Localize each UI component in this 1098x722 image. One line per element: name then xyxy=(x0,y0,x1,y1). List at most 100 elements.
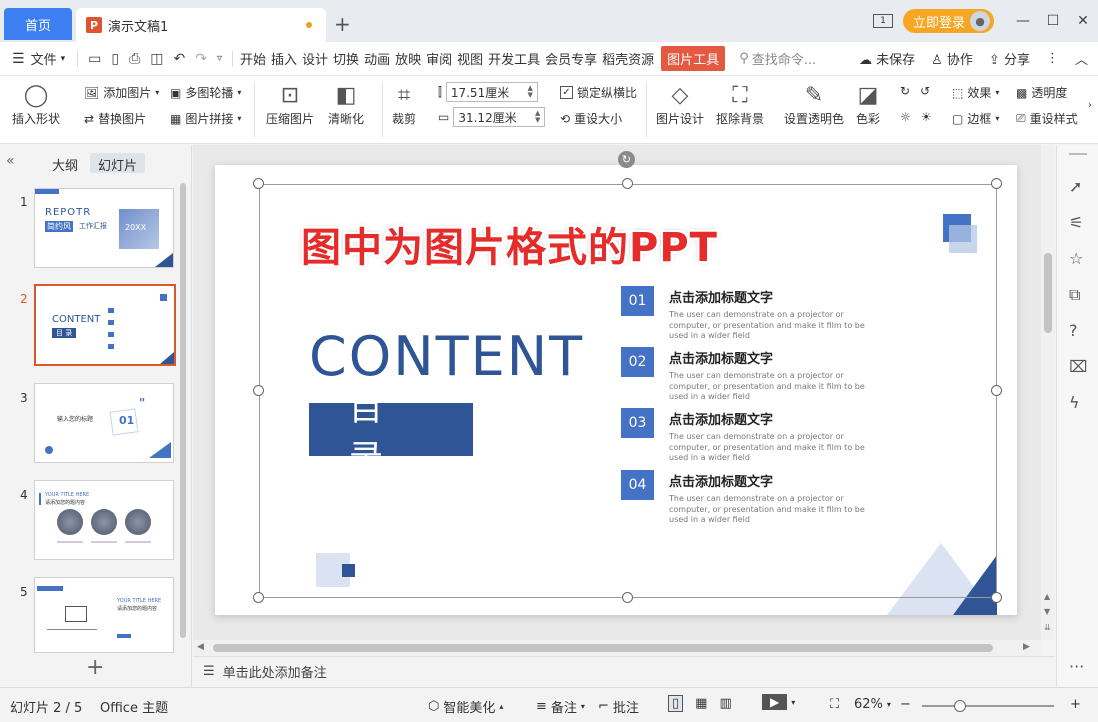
spinner-icon[interactable]: ▲ ▼ xyxy=(535,110,540,124)
resize-handle[interactable] xyxy=(253,385,264,396)
zoom-out-button[interactable]: − xyxy=(900,697,911,712)
panel-scrollbar[interactable] xyxy=(180,183,186,638)
insert-shape-button[interactable]: ◯ 插入形状 xyxy=(12,82,60,127)
ribbon-scroll-right-icon[interactable]: › xyxy=(1088,100,1092,111)
current-slide[interactable]: CONTENT 目录 01 点击添加标题文字 The user can demo… xyxy=(215,165,1017,615)
slide-thumbnail[interactable]: 输入您的标题 01 " xyxy=(34,383,174,463)
fit-window-button[interactable]: ⛶ xyxy=(830,697,839,712)
minimize-button[interactable]: — xyxy=(1008,13,1038,29)
multi-carousel-button[interactable]: ▣ 多图轮播 ▾ xyxy=(170,84,241,101)
menu-view[interactable]: 视图 xyxy=(456,49,484,68)
color-button[interactable]: ◪ 色彩 xyxy=(856,82,880,127)
rotate-right-icon[interactable]: ↻ xyxy=(900,84,910,98)
print-icon[interactable]: ⎙ xyxy=(129,51,140,67)
effect-button[interactable]: ⬚ 效果 ▾ xyxy=(952,84,999,101)
reset-style-button[interactable]: ⎚ 重设样式 xyxy=(1016,110,1078,127)
resize-handle[interactable] xyxy=(991,178,1002,189)
login-button[interactable]: 立即登录 ● xyxy=(902,9,994,33)
slide-thumbnail-active[interactable]: CONTENT 目 录 xyxy=(34,284,176,366)
slide-sorter-icon[interactable]: ▦ xyxy=(695,696,707,711)
lock-ratio-checkbox[interactable]: ✓ 锁定纵横比 xyxy=(560,84,637,101)
normal-view-icon[interactable]: ▯ xyxy=(668,695,684,712)
more-options-icon[interactable]: ··· xyxy=(1069,657,1084,676)
customize-icon[interactable]: ▿ xyxy=(217,53,222,64)
menu-review[interactable]: 审阅 xyxy=(425,49,453,68)
transparency-button[interactable]: ▩ 透明度 xyxy=(1016,84,1067,101)
zoom-slider[interactable] xyxy=(922,700,1054,712)
menu-slideshow[interactable]: 放映 xyxy=(394,49,422,68)
comments-button[interactable]: ⌐ 批注 xyxy=(598,697,639,716)
resize-handle[interactable] xyxy=(991,385,1002,396)
picture-splice-button[interactable]: ▦ 图片拼接 ▾ xyxy=(170,110,241,127)
collab-button[interactable]: ♙ 协作 xyxy=(931,49,973,68)
scroll-left-icon[interactable]: ◀ xyxy=(197,642,204,652)
transition-icon[interactable]: ⧉ xyxy=(1069,285,1080,305)
height-input[interactable]: 17.51厘米 ▲ ▼ xyxy=(445,82,538,102)
slide-thumbnail[interactable]: REPOTR 简约风 工作汇报 20XX xyxy=(34,188,174,268)
scroll-down-icon[interactable]: ▼ xyxy=(1044,607,1050,616)
zoom-value[interactable]: 62% ▾ xyxy=(854,697,891,712)
menu-insert[interactable]: 插入 xyxy=(270,49,298,68)
menu-animation[interactable]: 动画 xyxy=(363,49,391,68)
redo-icon[interactable]: ↷ xyxy=(195,51,207,67)
new-tab-button[interactable]: + xyxy=(334,12,351,36)
tab-home[interactable]: 首页 xyxy=(4,8,72,40)
play-button[interactable]: ▶ ▾ xyxy=(762,694,795,710)
notes-area[interactable]: ☰ 单击此处添加备注 xyxy=(193,656,1055,686)
spinner-icon[interactable]: ▲ ▼ xyxy=(527,85,532,99)
notes-toggle-button[interactable]: ≡ 备注 ▾ xyxy=(536,697,585,716)
tab-document[interactable]: P 演示文稿1 xyxy=(76,8,326,42)
unsaved-button[interactable]: ☁ 未保存 xyxy=(859,49,915,68)
window-count-icon[interactable]: 1 xyxy=(872,14,893,28)
drag-handle[interactable] xyxy=(1069,153,1087,155)
file-menu[interactable]: ☰ 文件 ▾ xyxy=(0,49,77,69)
resize-handle[interactable] xyxy=(253,178,264,189)
tab-slides[interactable]: 幻灯片 xyxy=(90,153,146,174)
rotate-handle-icon[interactable]: ↻ xyxy=(618,151,635,168)
resize-handle[interactable] xyxy=(622,592,633,603)
recognize-icon[interactable]: ⌧ xyxy=(1069,357,1087,376)
theme-name[interactable]: Office 主题 xyxy=(100,697,168,716)
menu-developer[interactable]: 开发工具 xyxy=(487,49,541,68)
resize-handle[interactable] xyxy=(991,592,1002,603)
star-icon[interactable]: ☆ xyxy=(1069,249,1083,268)
picture-design-button[interactable]: ◇ 图片设计 xyxy=(656,82,704,127)
crop-button[interactable]: ⌗ 裁剪 xyxy=(392,82,416,127)
zoom-in-button[interactable]: + xyxy=(1070,697,1081,712)
tab-picture-tool[interactable]: 图片工具 xyxy=(661,46,726,71)
rotate-left-icon[interactable]: ↺ xyxy=(920,84,930,98)
menu-member[interactable]: 会员专享 xyxy=(544,49,598,68)
menu-docer[interactable]: 稻壳资源 xyxy=(601,49,655,68)
maximize-button[interactable]: ☐ xyxy=(1038,13,1068,29)
scroll-up-icon[interactable]: ▲ xyxy=(1044,592,1050,601)
scroll-right-icon[interactable]: ▶ xyxy=(1023,642,1030,652)
lightning-icon[interactable]: ϟ xyxy=(1069,393,1080,412)
resize-handle[interactable] xyxy=(253,592,264,603)
collapse-ribbon-icon[interactable]: ︿ xyxy=(1075,49,1088,68)
slide-thumbnail[interactable]: YOUR TITLE HERE 请添加您的题内容 xyxy=(34,480,174,560)
help-icon[interactable]: ? xyxy=(1069,321,1078,340)
page-down-icon[interactable]: ⇊ xyxy=(1044,623,1051,632)
set-transparent-button[interactable]: ✎ 设置透明色 xyxy=(784,82,844,127)
compress-picture-button[interactable]: ⊡ 压缩图片 xyxy=(266,82,314,127)
tab-outline[interactable]: 大纲 xyxy=(44,153,86,174)
remove-background-button[interactable]: ⛶ 抠除背景 xyxy=(716,82,764,127)
vertical-scroll-thumb[interactable] xyxy=(1044,253,1052,333)
add-slide-button[interactable]: + xyxy=(86,655,104,680)
horizontal-scrollbar[interactable]: ◀ ▶ xyxy=(193,640,1041,656)
undo-icon[interactable]: ↶ xyxy=(174,51,186,67)
menu-start[interactable]: 开始 xyxy=(239,49,267,68)
settings-sliders-icon[interactable]: ⚟ xyxy=(1069,213,1083,232)
close-button[interactable]: ✕ xyxy=(1068,13,1098,29)
horizontal-scroll-thumb[interactable] xyxy=(213,644,993,652)
reading-view-icon[interactable]: ▥ xyxy=(719,696,731,711)
width-input[interactable]: 31.12厘米 ▲ ▼ xyxy=(453,107,546,127)
save-icon[interactable]: ▭ xyxy=(88,51,101,67)
brightness-down-icon[interactable]: ☀ xyxy=(921,110,932,124)
clarify-button[interactable]: ◧ 清晰化 xyxy=(328,82,364,127)
resize-handle[interactable] xyxy=(622,178,633,189)
brightness-up-icon[interactable]: ☼ xyxy=(900,110,911,124)
add-picture-button[interactable]: 🖼 添加图片 ▾ xyxy=(84,84,159,101)
collapse-panel-icon[interactable]: « xyxy=(6,153,15,169)
reset-size-button[interactable]: ⟲ 重设大小 xyxy=(560,110,622,127)
